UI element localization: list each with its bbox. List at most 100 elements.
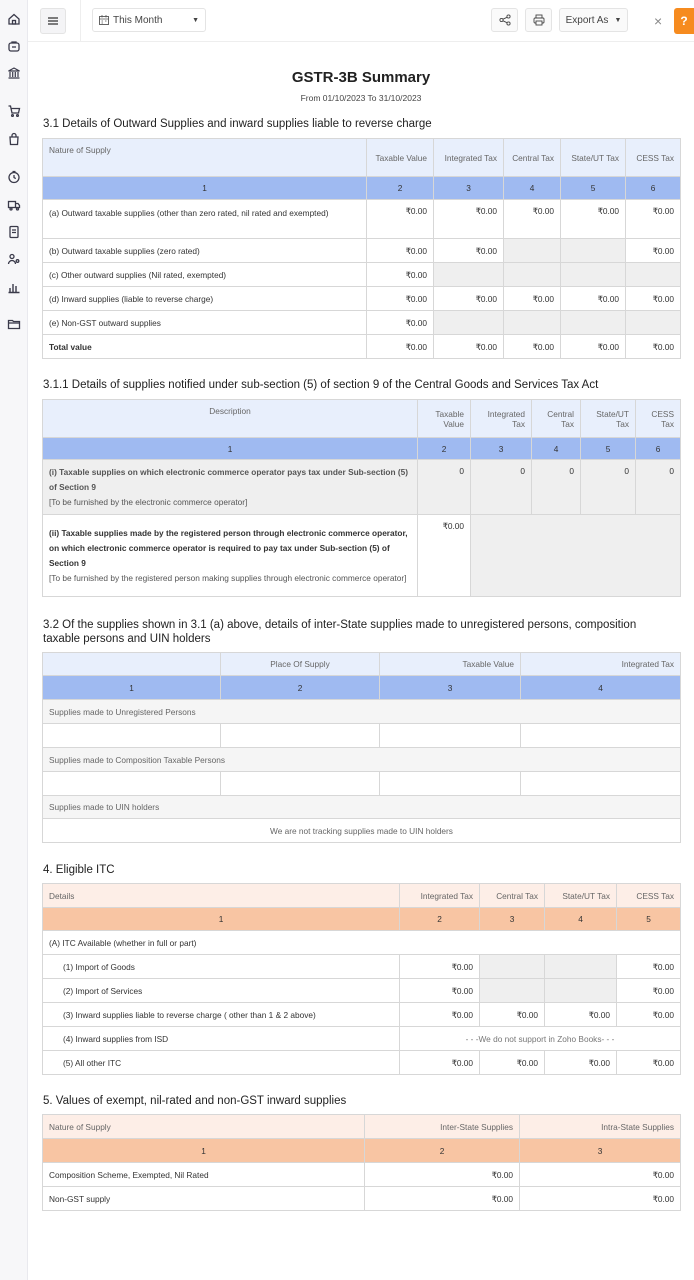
- uin-note: We are not tracking supplies made to UIN…: [42, 818, 681, 843]
- row-label: (5) All other ITC: [42, 1050, 400, 1075]
- disabled-cell: [433, 262, 504, 287]
- col-header: Central Tax: [531, 399, 581, 438]
- left-sidebar: [0, 0, 28, 1280]
- cell-value: ₹0.00: [625, 199, 681, 239]
- row-title: (ii) Taxable supplies made by the regist…: [49, 527, 408, 568]
- share-button[interactable]: [491, 8, 518, 32]
- truck-icon[interactable]: [7, 198, 21, 212]
- disabled-cell: [560, 262, 626, 287]
- cell-value: ₹0.00: [544, 1050, 617, 1075]
- row-label: (c) Other outward supplies (Nil rated, e…: [42, 262, 367, 287]
- row-label: Total value: [42, 334, 367, 359]
- bank-icon[interactable]: [7, 66, 21, 80]
- row-label: Composition Scheme, Exempted, Nil Rated: [42, 1162, 365, 1187]
- group-band-row: Supplies made to UIN holders: [42, 795, 681, 819]
- column-number-row: 1 2 3 4 5 6: [42, 437, 681, 460]
- section-3-1-1-heading: 3.1.1 Details of supplies notified under…: [43, 379, 599, 391]
- chevron-down-icon: ▼: [614, 16, 622, 24]
- empty-cell: [520, 771, 681, 796]
- reports-icon[interactable]: [7, 280, 21, 294]
- col-number: 1: [42, 675, 221, 700]
- empty-cell: [42, 771, 221, 796]
- cell-value: ₹0.00: [399, 1050, 480, 1075]
- report-title: GSTR-3B Summary: [291, 69, 431, 86]
- table-row: Non-GST supply ₹0.00 ₹0.00: [42, 1186, 681, 1211]
- empty-cell: [42, 723, 221, 748]
- toolbar-divider: [80, 0, 81, 42]
- table-row: (1) Import of Goods ₹0.00 ₹0.00: [42, 954, 681, 979]
- time-tracking-icon[interactable]: [7, 170, 21, 184]
- col-header: State/UT Tax: [560, 138, 626, 177]
- column-number-row: 1 2 3: [42, 1138, 681, 1163]
- col-number: 4: [503, 176, 561, 200]
- col-header: Nature of Supply: [42, 138, 367, 177]
- col-header: [42, 652, 221, 676]
- disabled-cell: [479, 954, 545, 979]
- menu-button[interactable]: [40, 8, 66, 34]
- close-icon[interactable]: ×: [654, 13, 662, 29]
- disabled-cell: [544, 954, 617, 979]
- cell-value: ₹0.00: [433, 238, 504, 263]
- col-header: Central Tax: [503, 138, 561, 177]
- group-band-row: Supplies made to Composition Taxable Per…: [42, 747, 681, 772]
- col-header: Details: [42, 883, 400, 908]
- cell-value: ₹0.00: [544, 1002, 617, 1027]
- row-title: (i) Taxable supplies on which electronic…: [49, 466, 409, 492]
- group-label: Supplies made to Composition Taxable Per…: [42, 747, 681, 772]
- row-label: (3) Inward supplies liable to reverse ch…: [42, 1002, 400, 1027]
- col-number: 1: [42, 907, 400, 931]
- col-number: 3: [433, 176, 504, 200]
- cell-value: 0: [470, 459, 532, 515]
- help-button[interactable]: ?: [674, 8, 694, 34]
- unsupported-note: - - -We do not support in Zoho Books- - …: [399, 1026, 681, 1051]
- group-label: (A) ITC Available (whether in full or pa…: [42, 930, 681, 955]
- table-row: Composition Scheme, Exempted, Nil Rated …: [42, 1162, 681, 1187]
- shopping-bag-icon[interactable]: [7, 39, 21, 53]
- row-label: (d) Inward supplies (liable to reverse c…: [42, 286, 367, 311]
- document-icon[interactable]: [7, 225, 21, 239]
- group-label: Supplies made to UIN holders: [42, 795, 681, 819]
- table-row: (4) Inward supplies from ISD - - -We do …: [42, 1026, 681, 1051]
- col-number: 2: [364, 1138, 520, 1163]
- table-header-row: Nature of Supply Taxable Value Integrate…: [42, 138, 681, 177]
- column-number-row: 1 2 3 4 5 6: [42, 176, 681, 200]
- col-number: 6: [635, 437, 681, 460]
- cell-value: ₹0.00: [560, 334, 626, 359]
- disabled-cell: [625, 262, 681, 287]
- table-row: (d) Inward supplies (liable to reverse c…: [42, 286, 681, 311]
- col-header: Description: [42, 399, 418, 438]
- section-3-1-heading: 3.1 Details of Outward Supplies and inwa…: [43, 118, 432, 130]
- table-row: (i) Taxable supplies on which electronic…: [42, 459, 681, 515]
- cell-value: ₹0.00: [364, 1186, 520, 1211]
- empty-cell: [379, 771, 521, 796]
- table-5: Nature of Supply Inter-State Supplies In…: [42, 1114, 681, 1211]
- col-header: Integrated Tax: [520, 652, 681, 676]
- purchase-bag-icon[interactable]: [7, 132, 21, 146]
- col-number: 3: [479, 907, 545, 931]
- table-header-row: Details Integrated Tax Central Tax State…: [42, 883, 681, 908]
- col-header: Integrated Tax: [433, 138, 504, 177]
- col-number: 2: [417, 437, 471, 460]
- report-date-range: From 01/10/2023 To 31/10/2023: [300, 93, 422, 103]
- cell-value: ₹0.00: [560, 286, 626, 311]
- calendar-icon: [99, 15, 109, 25]
- folder-icon[interactable]: [7, 317, 21, 331]
- group-row: (A) ITC Available (whether in full or pa…: [42, 930, 681, 955]
- contacts-icon[interactable]: [7, 252, 21, 266]
- home-icon[interactable]: [7, 12, 21, 26]
- cell-value: ₹0.00: [366, 262, 434, 287]
- cell-value: ₹0.00: [366, 199, 434, 239]
- chevron-down-icon: ▼: [192, 16, 199, 24]
- cart-icon[interactable]: [7, 104, 21, 118]
- disabled-cell: [544, 978, 617, 1003]
- col-number: 4: [520, 675, 681, 700]
- table-header-row: Description Taxable Value Integrated Tax…: [42, 399, 681, 438]
- export-as-dropdown[interactable]: Export As ▼: [559, 8, 628, 32]
- print-button[interactable]: [525, 8, 552, 32]
- col-number: 1: [42, 437, 418, 460]
- cell-value: ₹0.00: [433, 286, 504, 311]
- table-row-total: Total value ₹0.00 ₹0.00 ₹0.00 ₹0.00 ₹0.0…: [42, 334, 681, 359]
- period-dropdown[interactable]: This Month ▼: [92, 8, 206, 32]
- table-row: (5) All other ITC ₹0.00 ₹0.00 ₹0.00 ₹0.0…: [42, 1050, 681, 1075]
- table-3-2: Place Of Supply Taxable Value Integrated…: [42, 652, 681, 843]
